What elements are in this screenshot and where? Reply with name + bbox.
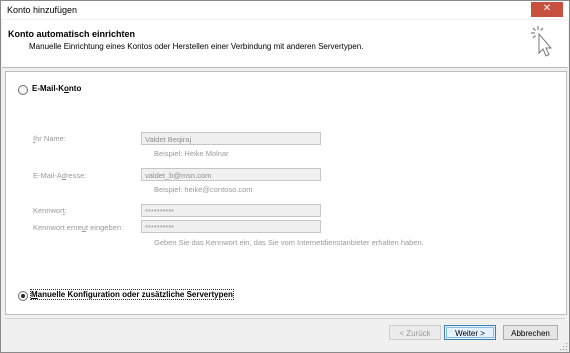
resize-grip-icon[interactable] [560,343,568,351]
password-label: Kennwort: [33,206,67,215]
wizard-cursor-icon [531,26,553,57]
add-account-dialog: Konto hinzufügen ✕ Konto automatisch ein… [0,0,570,353]
password-field[interactable]: ********** [141,204,321,217]
content-panel: E-Mail-Konto Ihr Name: Valdet Beqiraj Be… [5,71,567,315]
email-field[interactable]: valdet_b@msn.com [141,168,321,181]
title-bar: Konto hinzufügen ✕ [1,1,569,19]
next-button[interactable]: Weiter > [444,325,496,340]
header-panel: Konto automatisch einrichten Manuelle Ei… [2,20,568,68]
close-button[interactable]: ✕ [531,2,563,17]
email-hint: Beispiel: heike@contoso.com [154,185,253,194]
manual-config-radio[interactable] [18,291,28,301]
password-confirm-label: Kennwort erneut eingeben: [33,223,124,232]
header-title: Konto automatisch einrichten [8,29,136,39]
name-field[interactable]: Valdet Beqiraj [141,132,321,145]
email-account-label[interactable]: E-Mail-Konto [32,84,81,93]
name-hint: Beispiel: Heike Molnar [154,149,229,158]
header-subtitle: Manuelle Einrichtung eines Kontos oder H… [29,42,364,51]
footer-separator [5,318,565,319]
email-label: E-Mail-Adresse: [33,171,87,180]
back-button[interactable]: < Zurück [389,325,441,340]
window-title: Konto hinzufügen [7,5,78,15]
password-confirm-field[interactable]: ********** [141,220,321,233]
manual-config-label[interactable]: Manuelle Konfiguration oder zusätzliche … [30,289,234,300]
password-hint: Geben Sie das Kennwort ein, das Sie vom … [154,238,424,247]
cancel-button[interactable]: Abbrechen [503,325,558,340]
email-account-radio[interactable] [18,85,28,95]
name-label: Ihr Name: [33,134,66,143]
